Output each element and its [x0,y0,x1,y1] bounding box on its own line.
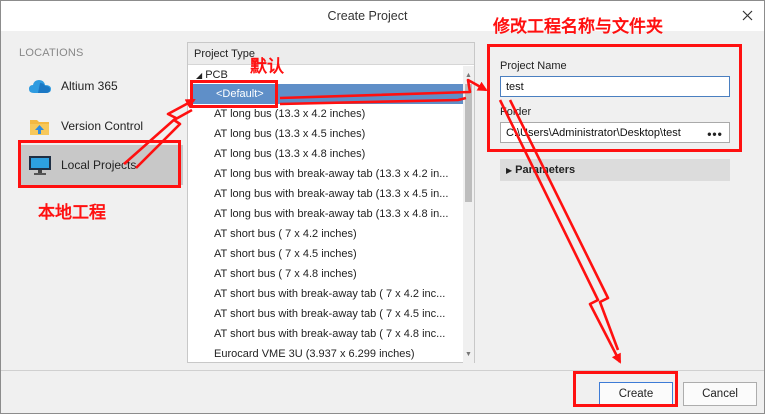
tree-group-pcb[interactable]: ◢ PCB [196,69,228,81]
title-bar: Create Project [1,1,764,31]
parameters-section[interactable]: ▶ Parameters [500,159,730,181]
create-project-dialog: Create Project LOCATIONS Altium 365 Vers… [0,0,765,414]
project-name-label: Project Name [500,60,567,72]
create-button[interactable]: Create [599,382,673,406]
sidebar-item-local-projects[interactable]: Local Projects [19,145,183,185]
sidebar-item-version-control[interactable]: Version Control [19,106,183,146]
cloud-icon [27,74,53,98]
list-item[interactable]: AT short bus with break-away tab ( 7 x 4… [188,284,464,304]
folder-path-input[interactable] [500,122,730,143]
list-item[interactable]: AT short bus with break-away tab ( 7 x 4… [188,304,464,324]
close-icon [742,10,752,20]
list-item[interactable]: AT long bus (13.3 x 4.2 inches) [188,104,464,124]
project-name-input[interactable] [500,76,730,97]
project-type-panel: Project Type ◢ PCB <Default> AT long bus… [187,42,475,363]
folder-label: Folder [500,106,532,118]
collapse-triangle-icon: ◢ [196,71,203,80]
project-settings-panel: Project Name Folder ••• ▶Parameters [482,41,754,364]
list-item[interactable]: Eurocard VME 3U (3.937 x 6.299 inches) [188,344,464,364]
sidebar-item-label: Local Projects [61,158,137,172]
list-item[interactable]: AT short bus ( 7 x 4.5 inches) [188,244,464,264]
project-type-list: <Default> AT long bus (13.3 x 4.2 inches… [188,84,464,364]
tree-group-label: PCB [205,69,228,81]
parameters-label: Parameters [515,164,576,176]
close-button[interactable] [736,5,758,25]
list-item[interactable]: <Default> [192,84,464,104]
scroll-down-arrow-icon[interactable]: ▼ [463,349,474,359]
scroll-up-arrow-icon[interactable]: ▲ [463,70,474,80]
locations-heading: LOCATIONS [19,47,84,59]
list-item[interactable]: AT short bus ( 7 x 4.8 inches) [188,264,464,284]
vertical-scrollbar[interactable]: ▲ ▼ [463,66,474,363]
list-item[interactable]: AT long bus (13.3 x 4.8 inches) [188,144,464,164]
scroll-thumb[interactable] [465,84,472,202]
list-item[interactable]: AT long bus with break-away tab (13.3 x … [188,204,464,224]
monitor-icon [27,153,53,177]
list-item[interactable]: AT short bus ( 7 x 4.2 inches) [188,224,464,244]
sidebar-item-label: Version Control [61,119,144,133]
browse-folder-button[interactable]: ••• [704,125,726,142]
list-item[interactable]: AT short bus with break-away tab ( 7 x 4… [188,324,464,344]
list-item[interactable]: AT long bus (13.3 x 4.5 inches) [188,124,464,144]
expand-triangle-icon: ▶ [506,166,513,175]
list-item[interactable]: AT long bus with break-away tab (13.3 x … [188,164,464,184]
footer-divider [1,370,764,371]
locations-sidebar: LOCATIONS Altium 365 Version Control Loc… [9,39,185,361]
list-item[interactable]: AT long bus with break-away tab (13.3 x … [188,184,464,204]
dialog-title: Create Project [327,9,408,23]
cancel-button[interactable]: Cancel [683,382,757,406]
folder-upload-icon [27,114,53,138]
sidebar-item-label: Altium 365 [61,79,118,93]
project-type-header: Project Type [188,43,474,65]
sidebar-item-altium-365[interactable]: Altium 365 [19,66,183,106]
